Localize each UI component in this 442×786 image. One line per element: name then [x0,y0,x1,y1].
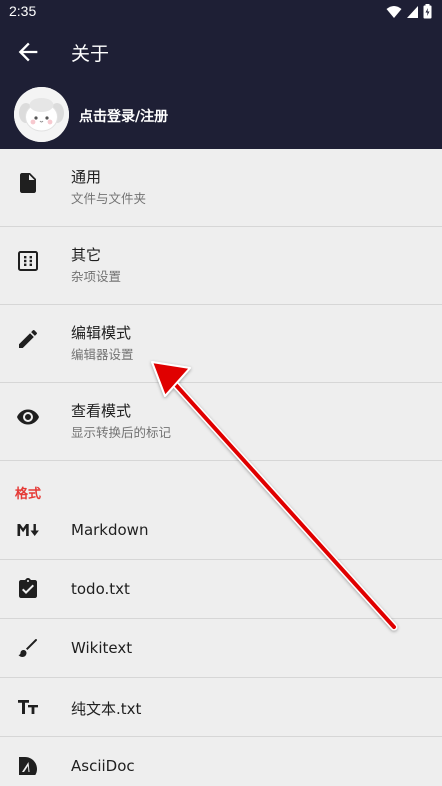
settings-item-view-mode[interactable]: 查看模式 显示转换后的标记 [0,383,442,461]
format-item-label: 纯文本.txt [71,700,142,718]
brush-icon [15,635,41,661]
settings-item-title: 其它 [71,246,102,264]
text-size-icon [15,694,41,720]
format-item-label: Wikitext [71,639,133,657]
signal-icon [407,5,418,18]
clipboard-check-icon [15,576,41,602]
format-item-wikitext[interactable]: Wikitext [0,619,442,678]
battery-icon [423,4,432,19]
format-item-asciidoc[interactable]: AsciiDoc [0,737,442,786]
format-item-label: AsciiDoc [71,757,135,775]
settings-item-title: 通用 [71,168,102,186]
app-bar: 关于 [0,24,442,80]
status-bar: 2:35 [0,0,442,24]
settings-item-subtitle: 显示转换后的标记 [71,425,172,440]
dotted-box-icon [15,248,41,274]
asciidoc-icon [15,753,41,779]
markdown-icon [15,517,41,543]
settings-item-title: 编辑模式 [71,324,132,342]
eye-icon [15,404,41,430]
format-item-label: Markdown [71,521,149,539]
settings-item-general[interactable]: 通用 文件与文件夹 [0,149,442,227]
format-item-todotxt[interactable]: todo.txt [0,560,442,619]
wifi-icon [386,5,402,18]
pencil-icon [15,326,41,352]
page-title: 关于 [71,43,110,65]
format-item-markdown[interactable]: Markdown [0,501,442,560]
status-time: 2:35 [9,3,37,19]
settings-list: 通用 文件与文件夹 其它 杂项设置 编辑模式 编辑器设置 查看模式 显示转换后的… [0,149,442,786]
settings-item-subtitle: 文件与文件夹 [71,191,147,206]
header: 2:35 关于 点击登录/注册 [0,0,442,149]
status-icons [386,4,432,19]
format-item-label: todo.txt [71,580,130,598]
login-register-label: 点击登录/注册 [79,109,169,125]
formats-section-header: 格式 [0,461,442,502]
format-item-plaintext[interactable]: 纯文本.txt [0,678,442,737]
section-title: 格式 [15,487,42,502]
settings-item-title: 查看模式 [71,402,132,420]
settings-item-other[interactable]: 其它 杂项设置 [0,227,442,305]
settings-item-subtitle: 编辑器设置 [71,347,134,362]
arrow-left-icon[interactable] [14,38,42,66]
settings-item-subtitle: 杂项设置 [71,269,122,284]
avatar [14,87,69,142]
settings-item-edit-mode[interactable]: 编辑模式 编辑器设置 [0,305,442,383]
login-register-button[interactable]: 点击登录/注册 [0,80,442,149]
file-icon [15,170,41,196]
